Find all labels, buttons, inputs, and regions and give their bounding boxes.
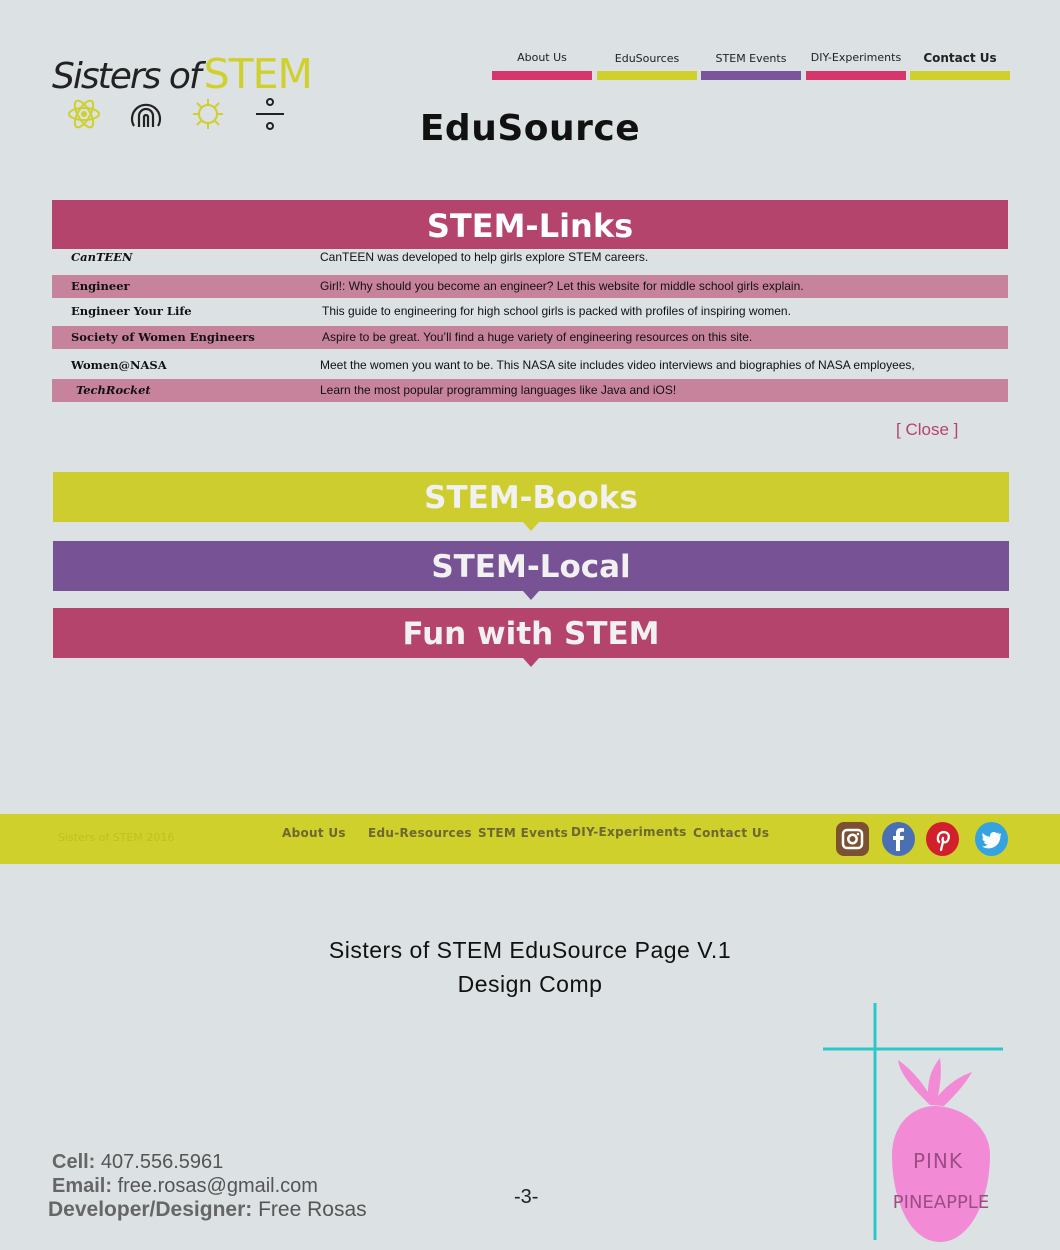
page-number: -3-	[514, 1186, 539, 1208]
dev-value: Free Rosas	[258, 1198, 367, 1221]
pineapple-text-pineapple: PINEAPPLE	[893, 1192, 989, 1213]
nav-about-us[interactable]: About Us	[492, 50, 592, 80]
link-description: This guide to engineering for high schoo…	[322, 304, 791, 318]
nav-underline	[701, 71, 801, 80]
instagram-icon[interactable]	[836, 822, 869, 856]
stem-books-header[interactable]: STEM-Books	[53, 472, 1009, 531]
footer: Sisters of STEM 2016 About Us Edu-Resour…	[0, 814, 1060, 864]
section-pointer	[523, 522, 539, 531]
logo-wordmark: Sisters ofSTEM	[52, 50, 313, 98]
nav-underline	[910, 71, 1010, 80]
link-name[interactable]: Engineer Your Life	[71, 300, 192, 323]
link-name[interactable]: CanTEEN	[71, 246, 133, 269]
twitter-icon[interactable]	[975, 822, 1008, 856]
contact-cell-row: Cell: 407.556.5961	[52, 1150, 367, 1174]
nav-contact-us[interactable]: Contact Us	[910, 50, 1010, 80]
contact-dev-row: Developer/Designer: Free Rosas	[48, 1198, 367, 1222]
fun-with-stem-header[interactable]: Fun with STEM	[53, 608, 1009, 667]
page-title: EduSource	[419, 108, 641, 149]
link-name[interactable]: TechRocket	[76, 379, 151, 402]
cell-value: 407.556.5961	[100, 1151, 224, 1173]
nav-edusources[interactable]: EduSources	[597, 50, 697, 80]
link-row: Society of Women Engineers Aspire to be …	[52, 326, 1008, 349]
section-pointer	[523, 658, 539, 667]
link-row: Engineer Girl!: Why should you become an…	[52, 275, 1008, 298]
link-description: Aspire to be great. You’ll find a huge v…	[322, 330, 753, 344]
footer-link-edu-resources[interactable]: Edu-Resources	[368, 826, 472, 840]
contact-info: Cell: 407.556.5961 Email: free.rosas@gma…	[48, 1150, 367, 1222]
nav-underline	[492, 71, 592, 80]
dev-label: Developer/Designer:	[48, 1198, 253, 1221]
link-description: CanTEEN was developed to help girls expl…	[320, 250, 649, 264]
pinterest-icon[interactable]	[926, 822, 959, 856]
link-name[interactable]: Women@NASA	[71, 354, 167, 377]
link-row: Engineer Your Life This guide to enginee…	[52, 300, 1008, 323]
nav-diy-experiments[interactable]: DIY-Experiments	[806, 50, 906, 80]
nav-underline	[597, 71, 697, 80]
link-description: Girl!: Why should you become an engineer…	[320, 279, 804, 293]
footer-link-about[interactable]: About Us	[282, 826, 346, 840]
nav-label: DIY-Experiments	[810, 51, 902, 64]
pineapple-icon: PINK PINEAPPLE	[823, 1003, 1003, 1242]
section-title: STEM-Books	[424, 480, 638, 516]
facebook-icon[interactable]	[882, 822, 915, 856]
link-description: Learn the most popular programming langu…	[320, 383, 677, 397]
footer-link-contact[interactable]: Contact Us	[693, 826, 769, 840]
link-row: Women@NASA Meet the women you want to be…	[52, 354, 1008, 377]
email-value: free.rosas@gmail.com	[117, 1175, 318, 1197]
nav-stem-events[interactable]: STEM Events	[701, 50, 801, 80]
stem-local-header[interactable]: STEM-Local	[53, 541, 1009, 600]
nav-label: STEM Events	[715, 52, 787, 65]
cell-label: Cell:	[52, 1151, 96, 1173]
design-caption: Sisters of STEM EduSource Page V.1 Desig…	[0, 933, 1060, 1001]
link-name[interactable]: Engineer	[71, 275, 130, 298]
logo-text-sisters: Sisters of	[52, 56, 202, 97]
close-link[interactable]: [ Close ]	[896, 420, 958, 440]
footer-copyright: Sisters of STEM 2016	[58, 831, 175, 844]
email-label: Email:	[52, 1175, 113, 1197]
caption-line2: Design Comp	[457, 971, 603, 997]
pineapple-text-pink: PINK	[913, 1149, 963, 1173]
nav-underline	[806, 71, 906, 80]
nav-label: Contact Us	[923, 51, 997, 65]
section-pointer	[523, 591, 539, 600]
nav-label: About Us	[517, 51, 567, 64]
caption-line1: Sisters of STEM EduSource Page V.1	[328, 937, 732, 963]
link-row: CanTEEN CanTEEN was developed to help gi…	[52, 246, 1008, 269]
link-name[interactable]: Society of Women Engineers	[71, 326, 255, 349]
logo-text-stem: STEM	[203, 50, 313, 98]
nav-label: EduSources	[614, 52, 680, 65]
link-description: Meet the women you want to be. This NASA…	[320, 358, 915, 372]
section-title: Fun with STEM	[402, 616, 660, 652]
top-nav: About Us EduSources STEM Events DIY-Expe…	[492, 50, 1010, 80]
footer-link-stem-events[interactable]: STEM Events	[478, 826, 568, 840]
link-row: TechRocket Learn the most popular progra…	[52, 379, 1008, 402]
contact-email-row: Email: free.rosas@gmail.com	[52, 1174, 367, 1198]
section-title: STEM-Local	[431, 549, 631, 585]
pink-pineapple-logo: PINK PINEAPPLE	[820, 1000, 1010, 1245]
stem-links-header[interactable]: STEM-Links	[52, 200, 1008, 249]
footer-link-diy[interactable]: DIY-Experiments	[571, 825, 687, 839]
